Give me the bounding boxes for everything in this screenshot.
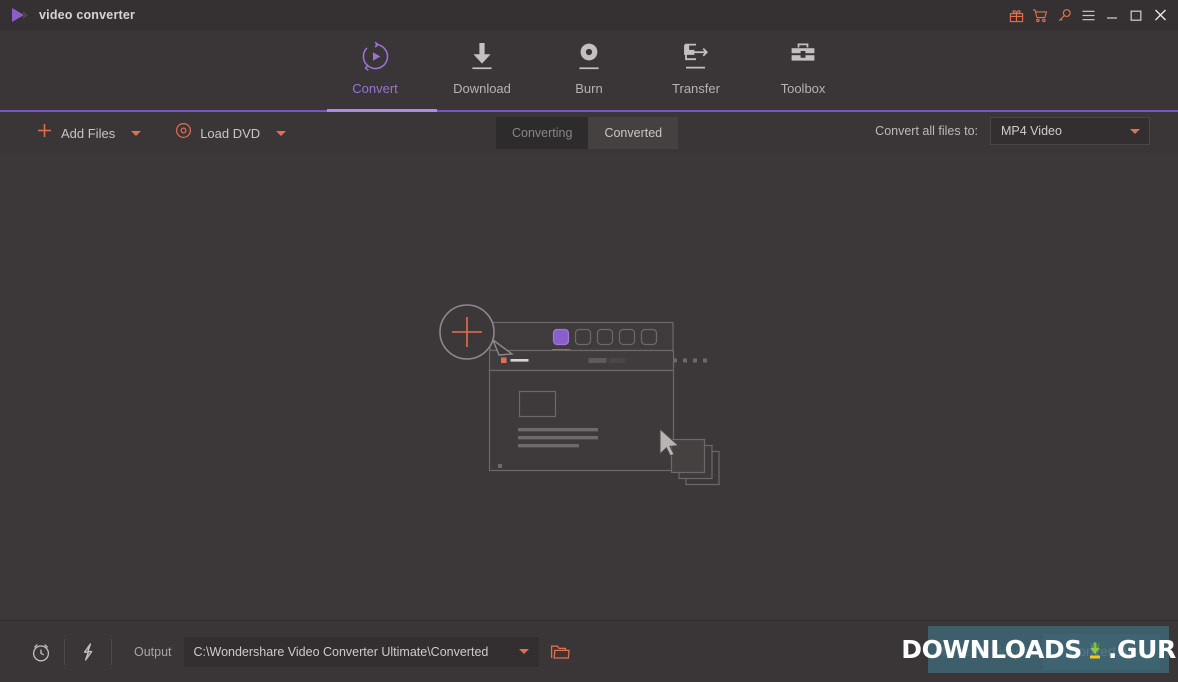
add-files-label: Add Files xyxy=(61,125,116,141)
nav-label-convert: Convert xyxy=(352,81,398,96)
nav-label-transfer: Transfer xyxy=(672,81,720,96)
downloads-guru-watermark: DOWNLOADS .GURU xyxy=(901,626,1178,673)
divider xyxy=(111,638,112,665)
main-content-area[interactable] xyxy=(0,154,1178,620)
output-format-value: MP4 Video xyxy=(1001,124,1062,138)
nav-item-toolbox[interactable]: Toolbox xyxy=(750,34,857,96)
title-bar: video converter xyxy=(0,0,1178,30)
nav-label-toolbox: Toolbox xyxy=(780,81,826,96)
nav-label-download: Download xyxy=(453,81,511,96)
play-triangle-icon xyxy=(10,6,30,24)
lightning-bolt-icon[interactable] xyxy=(65,621,111,682)
close-icon[interactable] xyxy=(1148,3,1172,27)
load-dvd-button[interactable]: Load DVD xyxy=(169,112,266,154)
open-folder-icon[interactable] xyxy=(539,621,581,682)
window-controls xyxy=(1004,3,1178,27)
minimize-icon[interactable] xyxy=(1100,3,1124,27)
download-arrow-tray-icon xyxy=(1083,638,1107,662)
watermark-text-right: .GURU xyxy=(1107,635,1178,664)
tab-converting[interactable]: Converting xyxy=(496,117,589,149)
load-dvd-label: Load DVD xyxy=(200,125,261,141)
output-path-field[interactable]: C:\Wondershare Video Converter Ultimate\… xyxy=(183,636,539,667)
plus-icon xyxy=(36,122,53,144)
key-icon[interactable] xyxy=(1052,3,1076,27)
app-title: video converter xyxy=(39,8,136,22)
chevron-down-icon xyxy=(1130,128,1140,134)
drag-and-drop-add-files-illustration[interactable] xyxy=(437,302,737,492)
tab-converted[interactable]: Converted xyxy=(588,117,679,149)
hamburger-menu-icon[interactable] xyxy=(1076,3,1100,27)
maximize-icon[interactable] xyxy=(1124,3,1148,27)
converting-converted-tabs: Converting Converted xyxy=(496,117,679,149)
disc-icon xyxy=(175,122,192,144)
download-arrow-icon xyxy=(468,40,496,72)
chevron-down-icon xyxy=(131,130,142,136)
gift-icon[interactable] xyxy=(1004,3,1028,27)
add-files-dropdown[interactable] xyxy=(121,112,151,154)
nav-label-burn: Burn xyxy=(575,81,603,96)
nav-item-transfer[interactable]: Transfer xyxy=(643,34,750,96)
chevron-down-icon[interactable] xyxy=(518,649,529,654)
shopping-cart-icon[interactable] xyxy=(1028,3,1052,27)
transfer-arrow-icon xyxy=(681,40,711,72)
nav-item-burn[interactable]: Burn xyxy=(536,34,643,96)
output-format-select[interactable]: MP4 Video xyxy=(990,117,1150,145)
output-label: Output xyxy=(134,644,172,659)
convert-all-label: Convert all files to: xyxy=(875,124,978,138)
convert-all-control: Convert all files to: MP4 Video xyxy=(875,117,1150,145)
add-files-button[interactable]: Add Files xyxy=(30,112,121,154)
app-brand: video converter xyxy=(0,6,135,24)
alarm-clock-icon[interactable] xyxy=(18,621,64,682)
toolbox-icon xyxy=(788,40,818,72)
output-path-value: C:\Wondershare Video Converter Ultimate\… xyxy=(193,644,489,659)
load-dvd-dropdown[interactable] xyxy=(266,112,296,154)
convert-circular-play-icon xyxy=(360,40,391,72)
chevron-down-icon xyxy=(276,130,287,136)
watermark-text-left: DOWNLOADS xyxy=(901,635,1082,664)
main-navigation: Convert Download Burn Transfer Toolbox xyxy=(0,30,1178,110)
nav-item-download[interactable]: Download xyxy=(429,34,536,96)
burn-disc-icon xyxy=(575,40,603,72)
nav-item-convert[interactable]: Convert xyxy=(322,34,429,96)
